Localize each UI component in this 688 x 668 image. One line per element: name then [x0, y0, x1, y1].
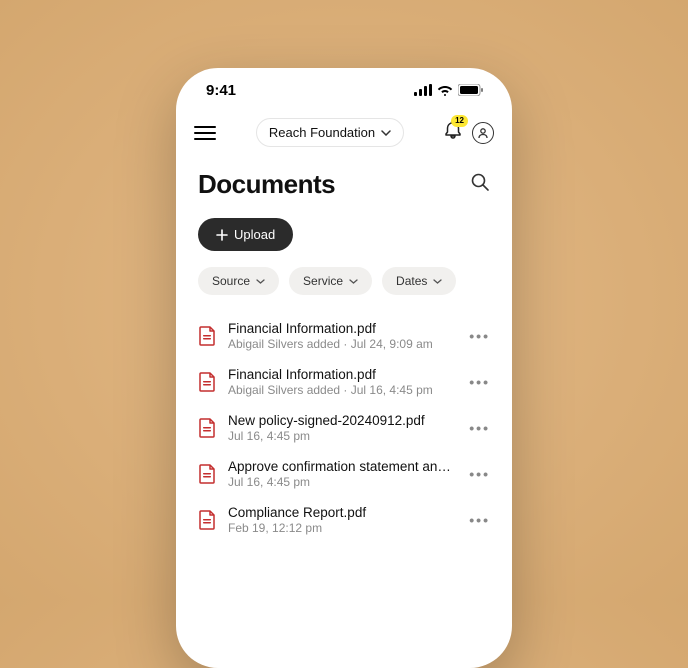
status-bar: 9:41	[176, 68, 512, 112]
status-icons	[414, 84, 484, 96]
pdf-icon	[198, 418, 216, 438]
filter-source[interactable]: Source	[198, 267, 279, 295]
status-time: 9:41	[206, 82, 236, 99]
filter-label: Dates	[396, 274, 427, 288]
document-text: New policy-signed-20240912.pdfJul 16, 4:…	[228, 413, 457, 443]
search-icon	[470, 172, 490, 192]
document-text: Compliance Report.pdfFeb 19, 12:12 pm	[228, 505, 457, 535]
document-name: Financial Information.pdf	[228, 367, 457, 382]
filter-dates[interactable]: Dates	[382, 267, 456, 295]
search-button[interactable]	[470, 172, 490, 197]
plus-icon	[216, 229, 228, 241]
notifications-button[interactable]: 12	[444, 120, 462, 145]
chevron-down-icon	[433, 279, 442, 284]
more-button[interactable]: •••	[469, 420, 490, 436]
page-header: Documents	[176, 153, 512, 208]
document-name: Approve confirmation statement and sele.…	[228, 459, 457, 474]
document-name: Financial Information.pdf	[228, 321, 457, 336]
document-meta: Jul 16, 4:45 pm	[228, 429, 457, 443]
phone-frame: 9:41 Reach Foundation 12 Documents	[176, 68, 512, 668]
more-button[interactable]: •••	[469, 512, 490, 528]
document-text: Financial Information.pdfAbigail Silvers…	[228, 367, 457, 397]
profile-button[interactable]	[472, 122, 494, 144]
chevron-down-icon	[256, 279, 265, 284]
top-bar: Reach Foundation 12	[176, 112, 512, 153]
document-row[interactable]: Compliance Report.pdfFeb 19, 12:12 pm •••	[176, 497, 512, 543]
notification-badge: 12	[451, 115, 468, 127]
document-text: Financial Information.pdfAbigail Silvers…	[228, 321, 457, 351]
upload-label: Upload	[234, 227, 275, 242]
document-meta: Jul 16, 4:45 pm	[228, 475, 457, 489]
pdf-icon	[198, 326, 216, 346]
more-button[interactable]: •••	[469, 466, 490, 482]
filter-label: Service	[303, 274, 343, 288]
pdf-icon	[198, 464, 216, 484]
pdf-icon	[198, 510, 216, 530]
menu-button[interactable]	[194, 122, 216, 144]
page-title: Documents	[198, 169, 335, 200]
wifi-icon	[437, 84, 453, 96]
document-row[interactable]: Financial Information.pdfAbigail Silvers…	[176, 313, 512, 359]
filter-label: Source	[212, 274, 250, 288]
organization-selector[interactable]: Reach Foundation	[256, 118, 404, 147]
more-button[interactable]: •••	[469, 374, 490, 390]
filter-bar: Source Service Dates	[176, 251, 512, 303]
pdf-icon	[198, 372, 216, 392]
upload-button[interactable]: Upload	[198, 218, 293, 251]
document-meta: Abigail Silvers added · Jul 16, 4:45 pm	[228, 383, 457, 397]
document-meta: Abigail Silvers added · Jul 24, 9:09 am	[228, 337, 457, 351]
filter-service[interactable]: Service	[289, 267, 372, 295]
document-meta: Feb 19, 12:12 pm	[228, 521, 457, 535]
document-text: Approve confirmation statement and sele.…	[228, 459, 457, 489]
document-list: Financial Information.pdfAbigail Silvers…	[176, 303, 512, 553]
document-name: Compliance Report.pdf	[228, 505, 457, 520]
document-row[interactable]: Approve confirmation statement and sele.…	[176, 451, 512, 497]
document-name: New policy-signed-20240912.pdf	[228, 413, 457, 428]
chevron-down-icon	[381, 130, 391, 136]
more-button[interactable]: •••	[469, 328, 490, 344]
top-right-actions: 12	[444, 120, 494, 145]
cellular-icon	[414, 84, 432, 96]
chevron-down-icon	[349, 279, 358, 284]
user-icon	[477, 127, 489, 139]
organization-label: Reach Foundation	[269, 125, 375, 140]
battery-icon	[458, 84, 484, 96]
document-row[interactable]: New policy-signed-20240912.pdfJul 16, 4:…	[176, 405, 512, 451]
document-row[interactable]: Financial Information.pdfAbigail Silvers…	[176, 359, 512, 405]
